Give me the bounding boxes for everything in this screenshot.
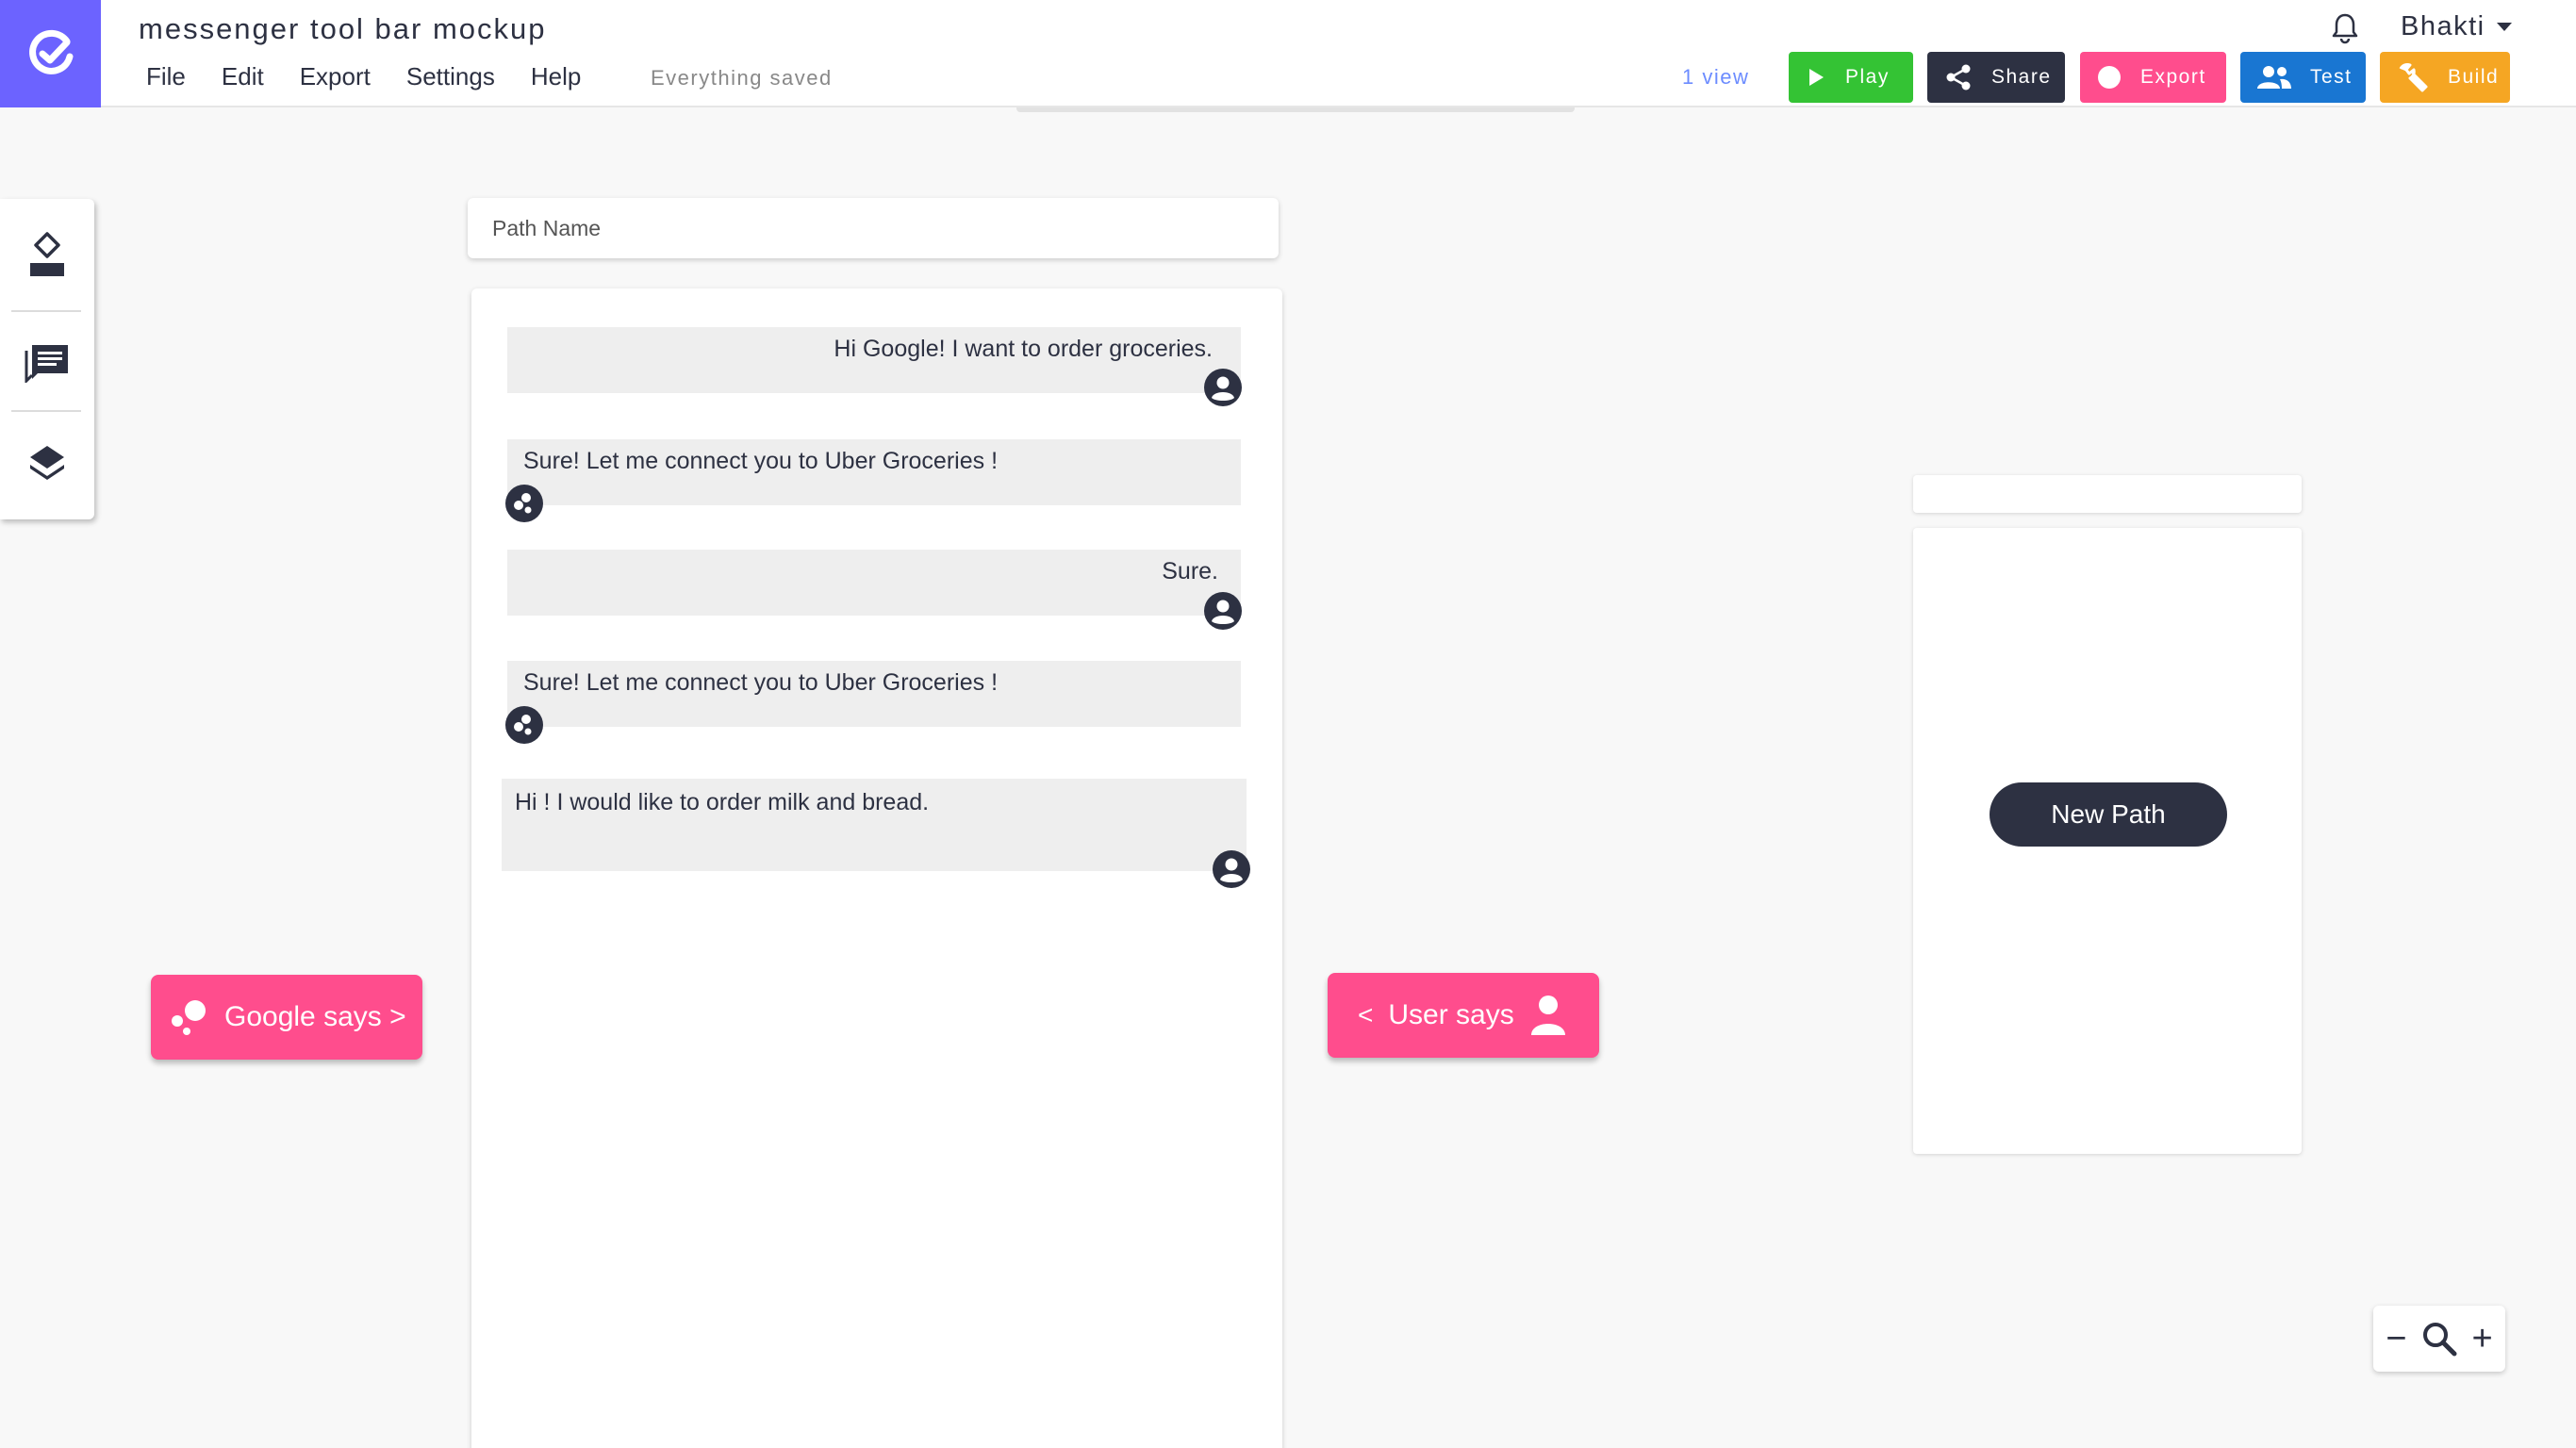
top-toolbar: messenger tool bar mockup File Edit Expo…: [0, 0, 2576, 107]
user-avatar-icon: [1204, 592, 1242, 630]
message-bubble-user-editing[interactable]: Hi ! I would like to order milk and brea…: [502, 779, 1250, 888]
notification-bell-icon[interactable]: [2331, 12, 2359, 44]
fill-tool[interactable]: [0, 227, 94, 282]
tool-divider: [11, 310, 81, 312]
user-name: Bhakti: [2401, 11, 2485, 41]
path-name-input[interactable]: [492, 215, 1254, 241]
new-path-button[interactable]: New Path: [1990, 782, 2227, 847]
build-label: Build: [2448, 66, 2500, 88]
test-button[interactable]: Test: [2240, 52, 2366, 103]
layers-tool[interactable]: [0, 436, 94, 490]
menu-edit[interactable]: Edit: [222, 62, 264, 91]
message-bubble-user[interactable]: Hi Google! I want to order groceries.: [507, 327, 1242, 406]
path-name-field-wrapper: [468, 198, 1279, 258]
caret-down-icon: [2496, 22, 2512, 31]
menu-bar: File Edit Export Settings Help: [146, 62, 581, 91]
message-text: Sure! Let me connect you to Uber Groceri…: [523, 448, 999, 474]
app-logo[interactable]: [0, 0, 101, 107]
toolbar-drag-handle[interactable]: [1016, 107, 1575, 112]
menu-settings[interactable]: Settings: [406, 62, 495, 91]
play-icon: [1809, 69, 1824, 86]
tool-divider: [11, 410, 81, 412]
save-status: Everything saved: [651, 66, 833, 90]
chat-icon: [25, 345, 68, 383]
menu-file[interactable]: File: [146, 62, 186, 91]
zoom-in-button[interactable]: +: [2472, 1319, 2493, 1359]
layers-icon: [30, 446, 64, 480]
conversation-path-card: Hi Google! I want to order groceries. Su…: [471, 288, 1282, 1448]
menu-help[interactable]: Help: [531, 62, 581, 91]
google-assistant-icon: [505, 485, 543, 522]
user-avatar-icon: [1213, 850, 1250, 888]
share-icon: [1946, 64, 1971, 90]
build-button[interactable]: Build: [2380, 52, 2510, 103]
new-path-name-field[interactable]: [1913, 475, 2302, 513]
share-label: Share: [1991, 66, 2052, 88]
export-button[interactable]: Export: [2080, 52, 2226, 103]
zoom-control: − +: [2373, 1306, 2505, 1372]
paint-bucket-icon: [30, 232, 64, 276]
user-says-label: User says: [1388, 999, 1514, 1030]
message-bubble-google[interactable]: Sure! Let me connect you to Uber Groceri…: [505, 439, 1241, 522]
message-bubble-google[interactable]: Sure! Let me connect you to Uber Groceri…: [505, 661, 1241, 744]
message-text: Hi Google! I want to order groceries.: [834, 336, 1213, 362]
google-assistant-icon: [505, 706, 543, 744]
message-text: Sure.: [1162, 558, 1218, 584]
record-icon: [2098, 66, 2121, 89]
google-says-label: Google says >: [224, 1001, 406, 1032]
user-avatar-icon: [1204, 369, 1242, 406]
magnifier-icon[interactable]: [2420, 1320, 2458, 1358]
play-label: Play: [1845, 66, 1890, 88]
back-chevron: <: [1358, 1000, 1374, 1029]
message-bubble-user[interactable]: Sure.: [507, 550, 1242, 630]
google-assistant-icon: [172, 1000, 206, 1035]
share-button[interactable]: Share: [1927, 52, 2065, 103]
play-button[interactable]: Play: [1789, 52, 1913, 103]
user-says-button[interactable]: < User says: [1328, 973, 1599, 1058]
logo-check-icon: [28, 29, 73, 74]
export-label: Export: [2140, 66, 2206, 88]
google-says-button[interactable]: Google says >: [151, 975, 422, 1060]
document-title[interactable]: messenger tool bar mockup: [139, 12, 547, 46]
people-icon: [2257, 66, 2291, 89]
message-text: Sure! Let me connect you to Uber Groceri…: [523, 669, 999, 696]
menu-export[interactable]: Export: [300, 62, 371, 91]
user-icon: [1530, 996, 1565, 1035]
view-count[interactable]: 1 view: [1682, 65, 1749, 90]
chat-tool[interactable]: [0, 335, 94, 389]
wrench-icon: [2399, 63, 2428, 92]
test-label: Test: [2310, 66, 2353, 88]
left-tool-panel: [0, 199, 94, 519]
zoom-out-button[interactable]: −: [2386, 1319, 2406, 1359]
user-menu[interactable]: Bhakti: [2401, 11, 2512, 42]
message-text: Hi ! I would like to order milk and brea…: [515, 789, 930, 815]
